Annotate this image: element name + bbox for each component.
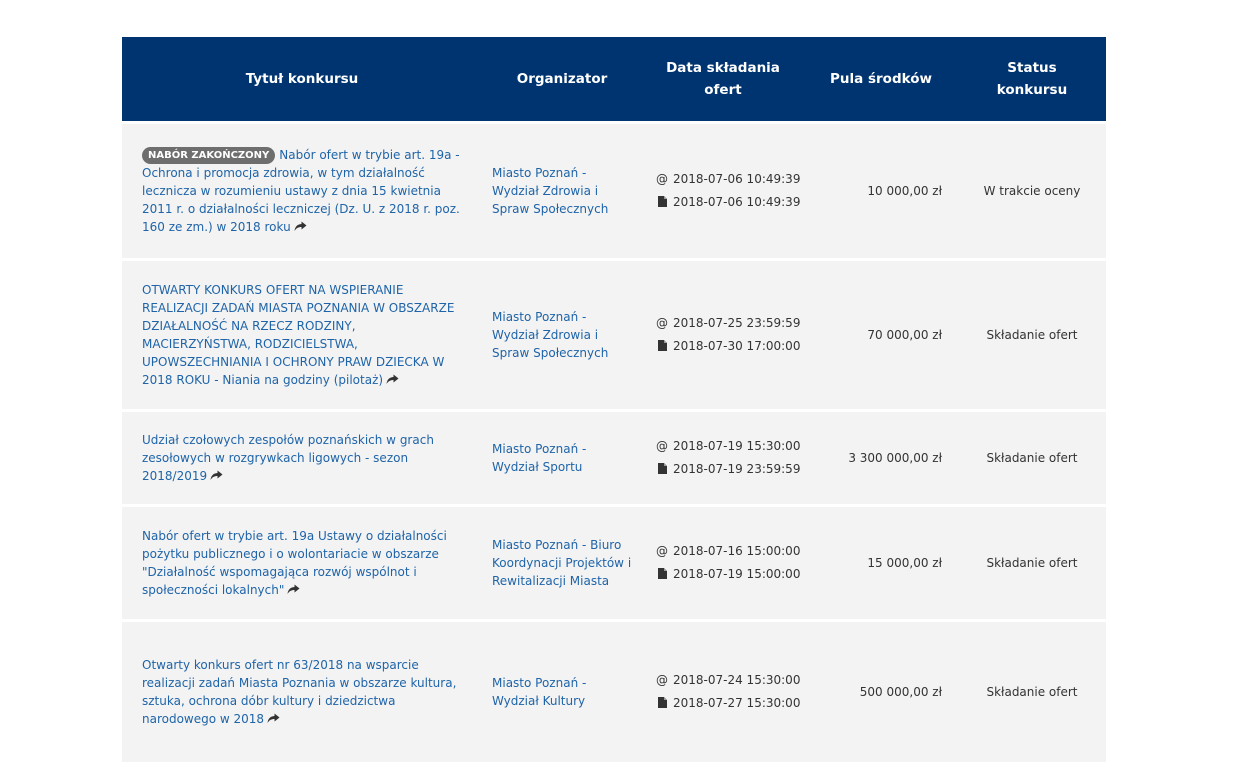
date-document-value: 2018-07-30 17:00:00 xyxy=(673,339,801,353)
cell-amount: 500 000,00 zł xyxy=(804,622,958,762)
organizer-link[interactable]: Miasto Poznań - Biuro Koordynacji Projek… xyxy=(492,538,631,588)
table-row: Udział czołowych zespołów poznańskich w … xyxy=(122,412,1106,504)
date-document: 2018-07-27 15:30:00 xyxy=(656,692,800,715)
date-document: 2018-07-19 15:00:00 xyxy=(656,563,800,586)
table-header: Tytuł konkursu Organizator Data składani… xyxy=(122,37,1106,121)
share-arrow-icon[interactable] xyxy=(287,584,300,595)
at-icon: @ xyxy=(656,673,668,687)
date-deadline: @2018-07-06 10:49:39 xyxy=(656,168,800,191)
date-document-value: 2018-07-06 10:49:39 xyxy=(673,195,801,209)
date-deadline-value: 2018-07-24 15:30:00 xyxy=(673,673,801,687)
date-deadline-value: 2018-07-16 15:00:00 xyxy=(673,544,801,558)
date-document-value: 2018-07-19 15:00:00 xyxy=(673,567,801,581)
date-deadline: @2018-07-16 15:00:00 xyxy=(656,540,800,563)
document-icon xyxy=(657,196,667,207)
col-header-pool: Pula środków xyxy=(804,37,958,121)
date-deadline-value: 2018-07-06 10:49:39 xyxy=(673,172,801,186)
table-row: OTWARTY KONKURS OFERT NA WSPIERANIE REAL… xyxy=(122,261,1106,409)
document-icon xyxy=(657,463,667,474)
cell-status: W trakcie oceny xyxy=(958,124,1106,258)
date-deadline-value: 2018-07-25 23:59:59 xyxy=(673,316,801,330)
share-arrow-icon[interactable] xyxy=(294,221,307,232)
document-icon xyxy=(657,697,667,708)
cell-amount: 15 000,00 zł xyxy=(804,507,958,619)
table-row: Otwarty konkurs ofert nr 63/2018 na wspa… xyxy=(122,622,1106,762)
share-arrow-icon[interactable] xyxy=(386,374,399,385)
col-header-date: Data składania ofert xyxy=(642,37,804,121)
cell-date: @2018-07-19 15:30:00 2018-07-19 23:59:59 xyxy=(642,412,804,504)
organizer-link[interactable]: Miasto Poznań - Wydział Sportu xyxy=(492,442,586,474)
contest-title-link[interactable]: Otwarty konkurs ofert nr 63/2018 na wspa… xyxy=(142,658,456,726)
at-icon: @ xyxy=(656,439,668,453)
cell-status: Składanie ofert xyxy=(958,261,1106,409)
cell-title: Nabór ofert w trybie art. 19a Ustawy o d… xyxy=(122,507,482,619)
date-document-value: 2018-07-27 15:30:00 xyxy=(673,696,801,710)
col-header-date-label: Data składania ofert xyxy=(666,60,780,98)
at-icon: @ xyxy=(656,544,668,558)
table-row: Nabór ofert w trybie art. 19a Ustawy o d… xyxy=(122,507,1106,619)
col-header-organizer: Organizator xyxy=(482,37,642,121)
cell-organizer: Miasto Poznań - Biuro Koordynacji Projek… xyxy=(482,507,642,619)
cell-amount: 3 300 000,00 zł xyxy=(804,412,958,504)
share-arrow-icon[interactable] xyxy=(267,713,280,724)
share-arrow-icon[interactable] xyxy=(210,470,223,481)
date-deadline: @2018-07-19 15:30:00 xyxy=(656,435,800,458)
col-header-status: Status konkursu xyxy=(958,37,1106,121)
at-icon: @ xyxy=(656,172,668,186)
contest-title-link[interactable]: Udział czołowych zespołów poznańskich w … xyxy=(142,433,434,483)
date-document-value: 2018-07-19 23:59:59 xyxy=(673,462,801,476)
date-document: 2018-07-19 23:59:59 xyxy=(656,458,800,481)
cell-status: Składanie ofert xyxy=(958,622,1106,762)
cell-organizer: Miasto Poznań - Wydział Zdrowia i Spraw … xyxy=(482,124,642,258)
cell-title: Udział czołowych zespołów poznańskich w … xyxy=(122,412,482,504)
date-deadline-value: 2018-07-19 15:30:00 xyxy=(673,439,801,453)
organizer-link[interactable]: Miasto Poznań - Wydział Zdrowia i Spraw … xyxy=(492,166,608,216)
status-badge: NABÓR ZAKOŃCZONY xyxy=(142,147,276,164)
cell-title: NABÓR ZAKOŃCZONY Nabór ofert w trybie art… xyxy=(122,124,482,258)
date-document: 2018-07-06 10:49:39 xyxy=(656,191,800,214)
cell-date: @2018-07-24 15:30:00 2018-07-27 15:30:00 xyxy=(642,622,804,762)
organizer-link[interactable]: Miasto Poznań - Wydział Zdrowia i Spraw … xyxy=(492,310,608,360)
table-row: NABÓR ZAKOŃCZONY Nabór ofert w trybie art… xyxy=(122,124,1106,258)
col-header-status-label: Status konkursu xyxy=(996,60,1068,98)
cell-title: OTWARTY KONKURS OFERT NA WSPIERANIE REAL… xyxy=(122,261,482,409)
contest-title-link[interactable]: OTWARTY KONKURS OFERT NA WSPIERANIE REAL… xyxy=(142,283,454,387)
cell-organizer: Miasto Poznań - Wydział Kultury xyxy=(482,622,642,762)
date-deadline: @2018-07-25 23:59:59 xyxy=(656,312,800,335)
cell-amount: 10 000,00 zł xyxy=(804,124,958,258)
date-deadline: @2018-07-24 15:30:00 xyxy=(656,669,800,692)
at-icon: @ xyxy=(656,316,668,330)
organizer-link[interactable]: Miasto Poznań - Wydział Kultury xyxy=(492,676,586,708)
date-document: 2018-07-30 17:00:00 xyxy=(656,335,800,358)
cell-date: @2018-07-16 15:00:00 2018-07-19 15:00:00 xyxy=(642,507,804,619)
cell-status: Składanie ofert xyxy=(958,412,1106,504)
contests-table: Tytuł konkursu Organizator Data składani… xyxy=(122,34,1106,765)
cell-date: @2018-07-25 23:59:59 2018-07-30 17:00:00 xyxy=(642,261,804,409)
table-body: NABÓR ZAKOŃCZONY Nabór ofert w trybie art… xyxy=(122,124,1106,762)
cell-title: Otwarty konkurs ofert nr 63/2018 na wspa… xyxy=(122,622,482,762)
col-header-title: Tytuł konkursu xyxy=(122,37,482,121)
cell-organizer: Miasto Poznań - Wydział Sportu xyxy=(482,412,642,504)
cell-status: Składanie ofert xyxy=(958,507,1106,619)
document-icon xyxy=(657,568,667,579)
document-icon xyxy=(657,340,667,351)
cell-amount: 70 000,00 zł xyxy=(804,261,958,409)
cell-date: @2018-07-06 10:49:39 2018-07-06 10:49:39 xyxy=(642,124,804,258)
cell-organizer: Miasto Poznań - Wydział Zdrowia i Spraw … xyxy=(482,261,642,409)
